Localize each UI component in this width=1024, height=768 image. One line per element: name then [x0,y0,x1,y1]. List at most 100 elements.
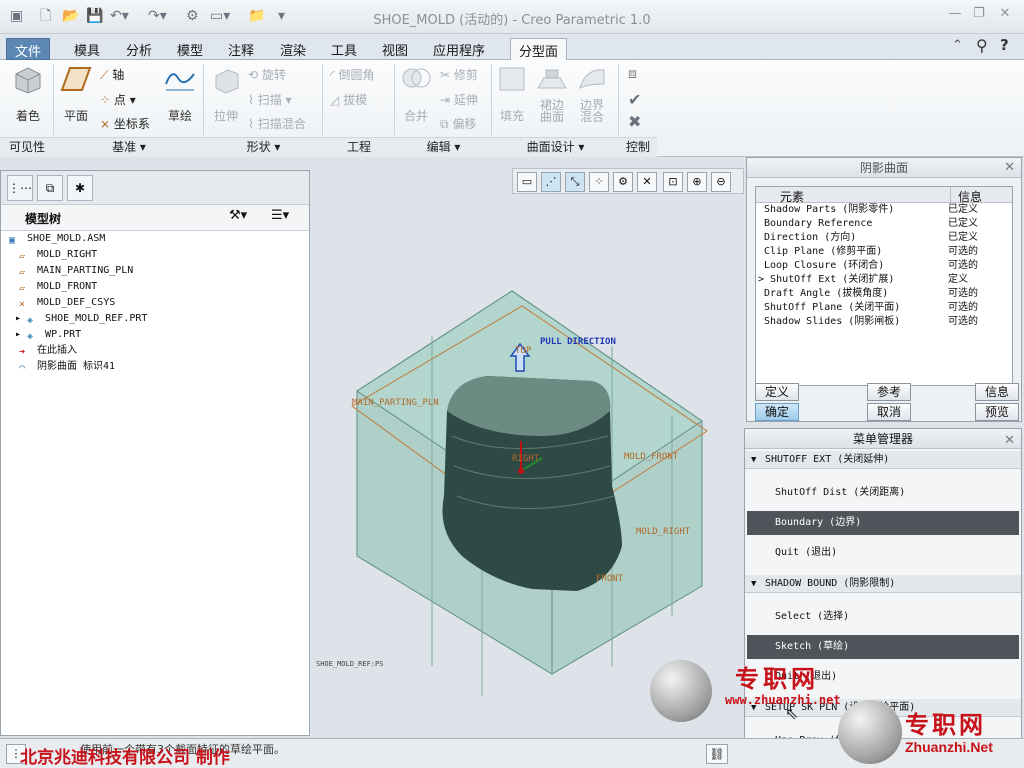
group-datum[interactable]: 基准 ▾ [54,137,204,157]
tree-item[interactable]: ▱ MOLD_FRONT [19,279,97,295]
shading-button[interactable]: 着色 [8,64,48,124]
element-row[interactable]: Draft Angle (拔模角度) [764,287,888,301]
collapse-icon[interactable]: ▼ [751,575,756,593]
csys-button[interactable]: ⨯ 坐标系 [100,115,150,132]
group-shape[interactable]: 形状 ▾ [204,137,323,157]
tree-item[interactable]: ▱ MAIN_PARTING_PLN [19,263,133,279]
element-row[interactable]: Shadow Slides (阴影闸板) [764,315,900,329]
axis-button[interactable]: ⟋ 轴 [100,66,124,83]
cancel-icon[interactable]: ✖ [628,112,641,131]
confirm-icon[interactable]: ✔ [628,90,641,109]
element-row[interactable]: Clip Plane (修剪平面) [764,245,882,259]
draft-button[interactable]: ◿ 拔模 [330,91,367,108]
tab-file[interactable]: 文件 [6,38,51,60]
filter-icon[interactable]: ⛓ [706,744,728,764]
zoom-out-icon[interactable]: ⊖ [711,172,731,192]
expand-icon[interactable]: ▸ [15,329,27,340]
saved-views-icon[interactable]: ▭ [517,172,537,192]
tree-item[interactable]: ▸ ◈ WP.PRT [15,327,81,343]
tree-item[interactable]: ◠ 阴影曲面 标识41 [19,359,115,375]
sweep-button[interactable]: ⌇ 扫描 ▾ [248,91,292,108]
revolve-button[interactable]: ⟲ 旋转 [248,66,286,83]
element-row[interactable]: Boundary Reference [764,217,872,231]
zoom-in-icon[interactable]: ⊕ [687,172,707,192]
preview-button[interactable]: 预览 [975,403,1019,421]
collapse-icon[interactable]: ▼ [751,451,756,469]
help-icon[interactable]: ? [1000,36,1009,54]
csys-display-icon[interactable]: ⚙ [613,172,633,192]
collapse-ribbon-icon[interactable]: ⌃ [952,38,963,53]
tab-mold[interactable]: 模具 [66,38,108,60]
tab-view[interactable]: 视图 [374,38,416,60]
tree-settings-icon[interactable]: ⚒▾ [229,208,247,223]
element-row[interactable]: Shadow Parts (阴影零件) [764,203,894,217]
menu-section-header[interactable]: ▼ SHADOW BOUND (阴影限制) [745,575,1021,593]
element-row[interactable]: Loop Closure (环闭合) [764,259,884,273]
graphics-viewport[interactable]: PULL DIRECTION TOP MAIN_PARTING_PLN MOLD… [312,196,742,736]
insert-here-icon: ➜ [19,347,26,358]
menu-item[interactable]: Boundary (边界) [747,511,1019,535]
tree-item-label: SHOE_MOLD_REF.PRT [45,313,148,324]
tab-tools[interactable]: 工具 [323,38,365,60]
offset-button[interactable]: ⧉ 偏移 [440,115,476,132]
menu-item[interactable]: ShutOff Dist (关闭距离) [747,481,1019,505]
folder-browser-tab-icon[interactable]: ⧉ [37,175,63,201]
cancel-button[interactable]: 取消 [867,403,911,421]
tree-filter-icon[interactable]: ☰▾ [271,208,289,223]
group-surface-design[interactable]: 曲面设计 ▾ [492,137,619,157]
tab-annotate[interactable]: 注释 [220,38,262,60]
ok-button[interactable]: 确定 [755,403,799,421]
trim-button[interactable]: ✂ 修剪 [440,66,478,83]
point-button[interactable]: ⁘ 点 ▾ [100,91,136,108]
dialog-title: 阴影曲面 [747,158,1021,178]
group-edit[interactable]: 编辑 ▾ [395,137,492,157]
refs-button[interactable]: 参考 [867,383,911,401]
plane-button[interactable]: 平面 [56,64,96,124]
close-icon[interactable]: ✕ [1004,160,1015,175]
merge-button[interactable]: 合并 [396,64,436,124]
swept-blend-button[interactable]: ⌇ 扫描混合 [248,115,306,132]
restore-icon[interactable]: ❐ [968,6,990,24]
datum-axes-icon[interactable]: ⤡ [565,172,585,192]
menu-item[interactable]: Quit (退出) [747,541,1019,565]
menu-item[interactable]: Select (选择) [747,605,1019,629]
extend-button[interactable]: ⇥ 延伸 [440,91,478,108]
part-icon: ◈ [27,315,34,326]
menu-section-header[interactable]: ▼ SHUTOFF EXT (关闭延伸) [745,451,1021,469]
annotation-display-icon[interactable]: ✕ [637,172,657,192]
boundary-blend-button[interactable]: 边界 混合 [574,64,610,123]
search-icon[interactable]: ⚲ [976,36,988,55]
extrude-button[interactable]: 拉伸 [206,64,246,124]
element-row[interactable]: > ShutOff Ext (关闭扩展) [758,273,894,287]
fill-button[interactable]: 填充 [494,64,530,124]
skirt-surface-icon [537,69,567,89]
tree-item[interactable]: ▱ MOLD_RIGHT [19,247,97,263]
pause-icon[interactable]: ⧈ [628,66,637,82]
tab-analysis[interactable]: 分析 [118,38,160,60]
favorites-tab-icon[interactable]: ✱ [67,175,93,201]
round-button[interactable]: ◜ 倒圆角 [330,66,375,83]
datum-points-icon[interactable]: ⁘ [589,172,609,192]
skirt-surface-button[interactable]: 裙边 曲面 [534,64,570,123]
element-row[interactable]: ShutOff Plane (关闭平面) [764,301,900,315]
model-tree-tab-icon[interactable]: ⋮⋯ [7,175,33,201]
minimize-icon[interactable]: — [944,6,966,24]
element-row[interactable]: Direction (方向) [764,231,856,245]
datum-planes-icon[interactable]: ⋰ [541,172,561,192]
info-button[interactable]: 信息 [975,383,1019,401]
tab-parting-surface[interactable]: 分型面 [510,38,568,61]
refit-icon[interactable]: ⊡ [663,172,683,192]
tab-render[interactable]: 渲染 [272,38,314,60]
tree-item[interactable]: ⨯ MOLD_DEF_CSYS [19,295,115,311]
tab-model[interactable]: 模型 [169,38,211,60]
expand-icon[interactable]: ▸ [15,313,27,324]
tree-item[interactable]: ▣ SHOE_MOLD.ASM [9,231,105,247]
sketch-button[interactable]: 草绘 [160,64,200,124]
close-icon[interactable]: ✕ [994,6,1016,24]
menu-item[interactable]: Sketch (草绘) [747,635,1019,659]
tree-item[interactable]: ▸ ◈ SHOE_MOLD_REF.PRT [15,311,147,327]
tab-applications[interactable]: 应用程序 [425,38,493,60]
define-button[interactable]: 定义 [755,383,799,401]
tree-item[interactable]: ➜ 在此插入 [19,343,77,359]
close-icon[interactable]: ✕ [1004,431,1015,451]
